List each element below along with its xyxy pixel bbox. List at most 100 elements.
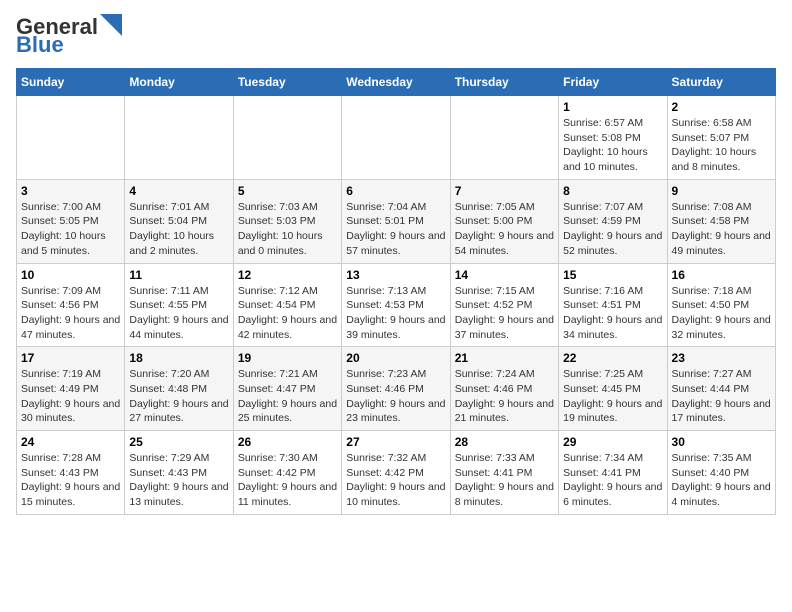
day-number: 4 (129, 184, 228, 198)
day-number: 28 (455, 435, 554, 449)
day-info: Sunrise: 7:09 AMSunset: 4:56 PMDaylight:… (21, 284, 120, 343)
day-info: Sunrise: 7:03 AMSunset: 5:03 PMDaylight:… (238, 200, 337, 259)
day-info: Sunrise: 7:18 AMSunset: 4:50 PMDaylight:… (672, 284, 771, 343)
day-number: 25 (129, 435, 228, 449)
calendar-day-cell (125, 96, 233, 180)
day-number: 18 (129, 351, 228, 365)
day-number: 29 (563, 435, 662, 449)
calendar-day-cell: 16 Sunrise: 7:18 AMSunset: 4:50 PMDayligh… (667, 263, 775, 347)
day-number: 15 (563, 268, 662, 282)
day-info: Sunrise: 6:57 AMSunset: 5:08 PMDaylight:… (563, 116, 662, 175)
calendar-day-cell: 20 Sunrise: 7:23 AMSunset: 4:46 PMDayligh… (342, 347, 450, 431)
day-number: 16 (672, 268, 771, 282)
calendar-day-cell: 27 Sunrise: 7:32 AMSunset: 4:42 PMDayligh… (342, 431, 450, 515)
day-info: Sunrise: 7:12 AMSunset: 4:54 PMDaylight:… (238, 284, 337, 343)
calendar-day-cell: 30Sunrise: 7:35 AMSunset: 4:40 PMDayligh… (667, 431, 775, 515)
calendar-day-cell: 2 Sunrise: 6:58 AMSunset: 5:07 PMDaylight… (667, 96, 775, 180)
calendar-day-cell: 4 Sunrise: 7:01 AMSunset: 5:04 PMDaylight… (125, 179, 233, 263)
day-number: 14 (455, 268, 554, 282)
calendar-day-cell: 24Sunrise: 7:28 AMSunset: 4:43 PMDayligh… (17, 431, 125, 515)
day-info: Sunrise: 7:19 AMSunset: 4:49 PMDaylight:… (21, 367, 120, 426)
day-info: Sunrise: 7:00 AMSunset: 5:05 PMDaylight:… (21, 200, 120, 259)
day-info: Sunrise: 7:11 AMSunset: 4:55 PMDaylight:… (129, 284, 228, 343)
day-number: 13 (346, 268, 445, 282)
page-header: General Blue (16, 16, 776, 56)
calendar-day-cell: 19 Sunrise: 7:21 AMSunset: 4:47 PMDayligh… (233, 347, 341, 431)
day-info: Sunrise: 7:23 AMSunset: 4:46 PMDaylight:… (346, 367, 445, 426)
day-number: 2 (672, 100, 771, 114)
calendar-day-cell: 17 Sunrise: 7:19 AMSunset: 4:49 PMDayligh… (17, 347, 125, 431)
weekday-header: Monday (125, 69, 233, 96)
day-info: Sunrise: 7:08 AMSunset: 4:58 PMDaylight:… (672, 200, 771, 259)
day-number: 8 (563, 184, 662, 198)
weekday-header: Friday (559, 69, 667, 96)
calendar-table: SundayMondayTuesdayWednesdayThursdayFrid… (16, 68, 776, 515)
day-info: Sunrise: 7:04 AMSunset: 5:01 PMDaylight:… (346, 200, 445, 259)
calendar-day-cell: 21 Sunrise: 7:24 AMSunset: 4:46 PMDayligh… (450, 347, 558, 431)
day-number: 20 (346, 351, 445, 365)
day-info: Sunrise: 7:20 AMSunset: 4:48 PMDaylight:… (129, 367, 228, 426)
day-info: Sunrise: 7:15 AMSunset: 4:52 PMDaylight:… (455, 284, 554, 343)
day-number: 17 (21, 351, 120, 365)
calendar-day-cell: 10Sunrise: 7:09 AMSunset: 4:56 PMDayligh… (17, 263, 125, 347)
day-number: 19 (238, 351, 337, 365)
day-info: Sunrise: 7:07 AMSunset: 4:59 PMDaylight:… (563, 200, 662, 259)
day-info: Sunrise: 7:35 AMSunset: 4:40 PMDaylight:… (672, 451, 771, 510)
day-number: 5 (238, 184, 337, 198)
day-info: Sunrise: 7:30 AMSunset: 4:42 PMDaylight:… (238, 451, 337, 510)
calendar-day-cell: 1 Sunrise: 6:57 AMSunset: 5:08 PMDaylight… (559, 96, 667, 180)
day-info: Sunrise: 7:21 AMSunset: 4:47 PMDaylight:… (238, 367, 337, 426)
calendar-day-cell: 7Sunrise: 7:05 AMSunset: 5:00 PMDaylight… (450, 179, 558, 263)
day-info: Sunrise: 7:29 AMSunset: 4:43 PMDaylight:… (129, 451, 228, 510)
day-number: 23 (672, 351, 771, 365)
day-number: 21 (455, 351, 554, 365)
calendar-week-row: 17 Sunrise: 7:19 AMSunset: 4:49 PMDayligh… (17, 347, 776, 431)
day-number: 7 (455, 184, 554, 198)
day-number: 11 (129, 268, 228, 282)
weekday-header: Thursday (450, 69, 558, 96)
day-info: Sunrise: 7:01 AMSunset: 5:04 PMDaylight:… (129, 200, 228, 259)
day-number: 1 (563, 100, 662, 114)
day-number: 27 (346, 435, 445, 449)
calendar-day-cell: 12 Sunrise: 7:12 AMSunset: 4:54 PMDayligh… (233, 263, 341, 347)
day-number: 22 (563, 351, 662, 365)
calendar-header-row: SundayMondayTuesdayWednesdayThursdayFrid… (17, 69, 776, 96)
calendar-day-cell: 29 Sunrise: 7:34 AMSunset: 4:41 PMDayligh… (559, 431, 667, 515)
calendar-day-cell (17, 96, 125, 180)
day-info: Sunrise: 7:13 AMSunset: 4:53 PMDaylight:… (346, 284, 445, 343)
calendar-day-cell: 9Sunrise: 7:08 AMSunset: 4:58 PMDaylight… (667, 179, 775, 263)
day-info: Sunrise: 7:27 AMSunset: 4:44 PMDaylight:… (672, 367, 771, 426)
weekday-header: Wednesday (342, 69, 450, 96)
calendar-day-cell: 8 Sunrise: 7:07 AMSunset: 4:59 PMDaylight… (559, 179, 667, 263)
calendar-day-cell (233, 96, 341, 180)
calendar-day-cell: 14 Sunrise: 7:15 AMSunset: 4:52 PMDayligh… (450, 263, 558, 347)
day-info: Sunrise: 7:33 AMSunset: 4:41 PMDaylight:… (455, 451, 554, 510)
day-info: Sunrise: 7:28 AMSunset: 4:43 PMDaylight:… (21, 451, 120, 510)
calendar-day-cell (342, 96, 450, 180)
weekday-header: Saturday (667, 69, 775, 96)
weekday-header: Tuesday (233, 69, 341, 96)
calendar-day-cell: 26 Sunrise: 7:30 AMSunset: 4:42 PMDayligh… (233, 431, 341, 515)
day-info: Sunrise: 6:58 AMSunset: 5:07 PMDaylight:… (672, 116, 771, 175)
calendar-day-cell: 25 Sunrise: 7:29 AMSunset: 4:43 PMDayligh… (125, 431, 233, 515)
day-info: Sunrise: 7:34 AMSunset: 4:41 PMDaylight:… (563, 451, 662, 510)
calendar-day-cell: 28 Sunrise: 7:33 AMSunset: 4:41 PMDayligh… (450, 431, 558, 515)
logo-part2: Blue (16, 34, 64, 56)
day-info: Sunrise: 7:32 AMSunset: 4:42 PMDaylight:… (346, 451, 445, 510)
logo-arrow-icon (100, 14, 122, 36)
day-info: Sunrise: 7:24 AMSunset: 4:46 PMDaylight:… (455, 367, 554, 426)
calendar-week-row: 10Sunrise: 7:09 AMSunset: 4:56 PMDayligh… (17, 263, 776, 347)
calendar-day-cell: 5 Sunrise: 7:03 AMSunset: 5:03 PMDaylight… (233, 179, 341, 263)
day-number: 26 (238, 435, 337, 449)
calendar-day-cell: 18 Sunrise: 7:20 AMSunset: 4:48 PMDayligh… (125, 347, 233, 431)
logo: General Blue (16, 16, 122, 56)
calendar-day-cell: 3Sunrise: 7:00 AMSunset: 5:05 PMDaylight… (17, 179, 125, 263)
calendar-day-cell: 6 Sunrise: 7:04 AMSunset: 5:01 PMDaylight… (342, 179, 450, 263)
day-info: Sunrise: 7:25 AMSunset: 4:45 PMDaylight:… (563, 367, 662, 426)
calendar-day-cell: 13 Sunrise: 7:13 AMSunset: 4:53 PMDayligh… (342, 263, 450, 347)
calendar-week-row: 3Sunrise: 7:00 AMSunset: 5:05 PMDaylight… (17, 179, 776, 263)
day-number: 6 (346, 184, 445, 198)
day-number: 12 (238, 268, 337, 282)
calendar-day-cell: 23 Sunrise: 7:27 AMSunset: 4:44 PMDayligh… (667, 347, 775, 431)
calendar-day-cell: 22 Sunrise: 7:25 AMSunset: 4:45 PMDayligh… (559, 347, 667, 431)
